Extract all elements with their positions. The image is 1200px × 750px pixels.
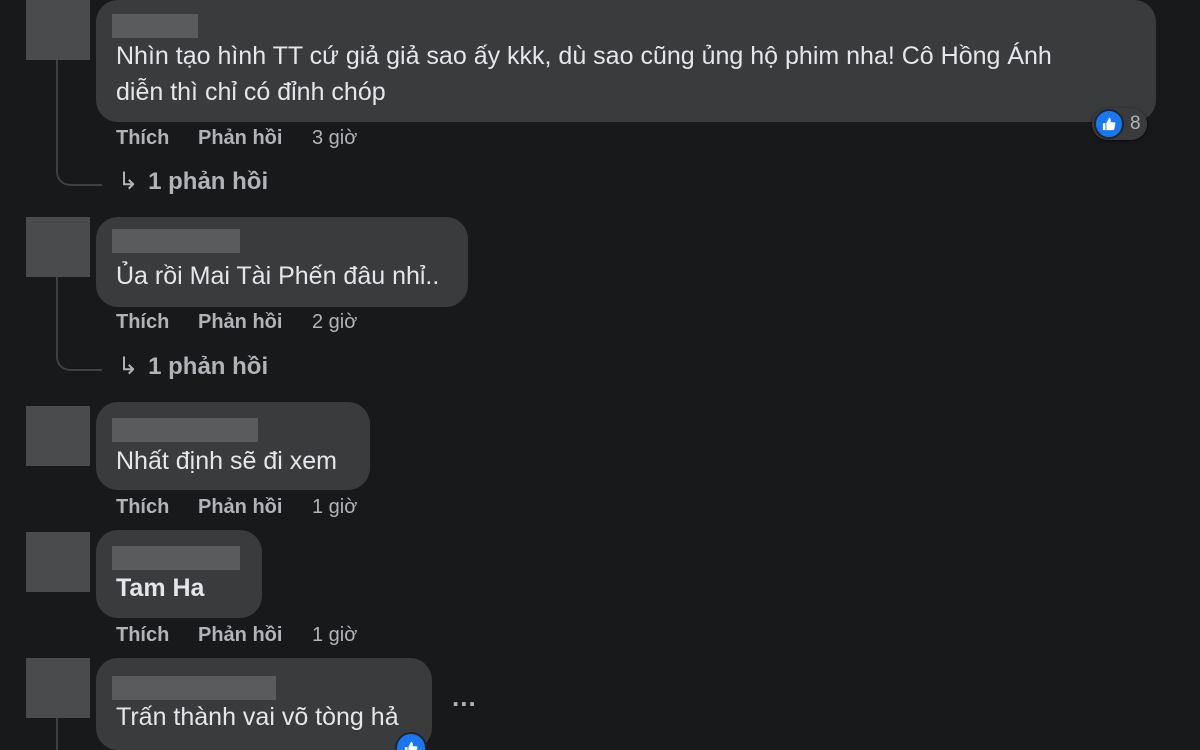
avatar[interactable] bbox=[26, 658, 90, 718]
redacted-author-name[interactable] bbox=[112, 418, 258, 442]
redacted-author-name[interactable] bbox=[112, 229, 240, 253]
reply-button[interactable]: Phản hồi bbox=[198, 311, 282, 334]
thumbs-up-icon bbox=[1094, 109, 1124, 139]
reply-button[interactable]: Phản hồi bbox=[198, 624, 282, 647]
avatar[interactable] bbox=[26, 217, 90, 277]
comment-text-line: Trấn thành vai võ tòng hả bbox=[116, 703, 399, 731]
comment-text-line: Ủa rồi Mai Tài Phến đâu nhỉ.. bbox=[116, 262, 440, 290]
view-replies-link[interactable]: ↳ 1 phản hồi bbox=[118, 167, 268, 196]
like-button[interactable]: Thích bbox=[116, 624, 169, 647]
reply-button[interactable]: Phản hồi bbox=[198, 127, 282, 150]
like-button[interactable]: Thích bbox=[116, 127, 169, 150]
reaction-count-value: 8 bbox=[1130, 113, 1141, 134]
view-replies-label: 1 phản hồi bbox=[148, 353, 269, 380]
redacted-author-name[interactable] bbox=[112, 546, 240, 570]
reply-button[interactable]: Phản hồi bbox=[198, 496, 282, 519]
comment-text-line: diễn thì chỉ có đỉnh chóp bbox=[116, 78, 386, 106]
redacted-author-name[interactable] bbox=[112, 676, 276, 700]
like-button[interactable]: Thích bbox=[116, 496, 169, 519]
avatar[interactable] bbox=[26, 532, 90, 592]
view-replies-label: 1 phản hồi bbox=[148, 168, 269, 195]
reaction-count[interactable]: 8 bbox=[1092, 108, 1147, 140]
comment-text-line: Tam Ha bbox=[116, 574, 205, 602]
reply-arrow-icon: ↳ bbox=[118, 168, 139, 195]
thread-connector bbox=[56, 277, 102, 371]
thread-connector bbox=[56, 718, 58, 750]
comment-timestamp[interactable]: 1 giờ bbox=[312, 624, 357, 647]
redacted-author-name[interactable] bbox=[112, 14, 198, 38]
comment-timestamp[interactable]: 1 giờ bbox=[312, 496, 357, 519]
avatar[interactable] bbox=[26, 0, 90, 60]
like-button[interactable]: Thích bbox=[116, 311, 169, 334]
avatar[interactable] bbox=[26, 406, 90, 466]
comment-timestamp[interactable]: 3 giờ bbox=[312, 127, 357, 150]
reply-arrow-icon: ↳ bbox=[118, 353, 139, 380]
comment-text-line: Nhất định sẽ đi xem bbox=[116, 447, 337, 475]
comment-feed: Nhìn tạo hình TT cứ giả giả sao ấy kkk, … bbox=[0, 0, 1200, 750]
comment-text-line: Nhìn tạo hình TT cứ giả giả sao ấy kkk, … bbox=[116, 42, 1052, 70]
comment-timestamp[interactable]: 2 giờ bbox=[312, 311, 357, 334]
more-options-button[interactable]: ... bbox=[452, 682, 477, 713]
view-replies-link[interactable]: ↳ 1 phản hồi bbox=[118, 352, 268, 381]
